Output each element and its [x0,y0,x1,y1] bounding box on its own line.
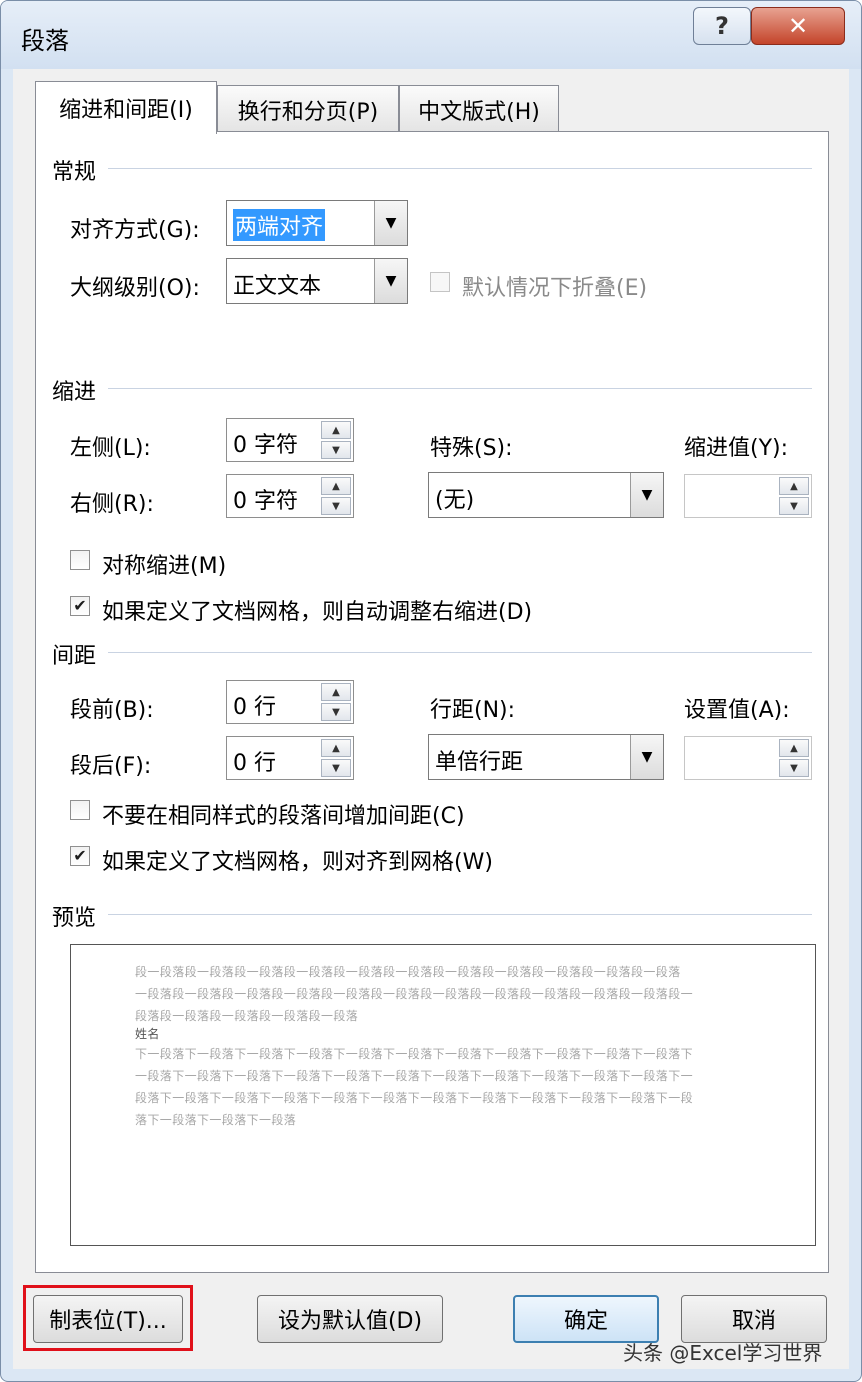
ok-button[interactable]: 确定 [513,1295,659,1343]
preview-next-line: 段落下一段落下一段落下一段落下一段落下一段落下一段落下一段落下一段落下一段落下一… [135,1091,694,1105]
tab-panel: 常规 对齐方式(G): 两端对齐 ▼ 大纲级别(O): 正文文本 ▼ 默认情况下… [35,131,829,1273]
outline-level-select[interactable]: 正文文本 ▼ [226,258,408,304]
preview-previous-line: 段一段落段一段落段一段落段一段落段一段落段一段落段一段落段一段落段一段落段一段落… [135,965,681,979]
section-indent: 缩进 [52,380,97,405]
indent-by-spinner[interactable]: ▲ ▼ [684,474,812,518]
preview-previous-line: 段落段一段落段一段落段一段落段一段落 [135,1009,359,1023]
spin-down-icon[interactable]: ▼ [779,497,809,515]
chevron-down-icon[interactable]: ▼ [630,735,663,779]
spin-up-icon[interactable]: ▲ [321,739,351,757]
indent-right-value: 0 字符 [233,489,298,514]
highlight-box [23,1285,193,1351]
divider [108,652,812,653]
help-button[interactable]: ? [693,7,751,45]
tab-asian-typography[interactable]: 中文版式(H) [399,85,559,134]
preview-next-line: 一段落下一段落下一段落下一段落下一段落下一段落下一段落下一段落下一段落下一段落下… [135,1069,694,1083]
no-space-same-style-label: 不要在相同样式的段落间增加间距(C) [102,804,465,829]
no-space-same-style-checkbox[interactable] [70,800,90,820]
cancel-button[interactable]: 取消 [681,1295,827,1343]
line-spacing-label: 行距(N): [430,698,516,723]
chevron-down-icon[interactable]: ▼ [630,473,663,517]
special-label: 特殊(S): [430,436,513,461]
preview-current-paragraph: 姓名 [135,1027,160,1041]
spacing-after-value: 0 行 [233,751,276,776]
spin-up-icon[interactable]: ▲ [779,477,809,495]
snap-to-grid-checkbox[interactable]: ✔ [70,846,90,866]
spin-down-icon[interactable]: ▼ [321,759,351,777]
divider [108,388,812,389]
chevron-down-icon[interactable]: ▼ [374,201,407,245]
outline-level-value: 正文文本 [233,274,322,299]
indent-by-label: 缩进值(Y): [684,436,789,461]
title-bar: 段落 ? ✕ [1,1,861,69]
spacing-after-spinner[interactable]: 0 行 ▲ ▼ [226,736,354,780]
line-spacing-value: 单倍行距 [435,750,524,775]
dialog-client: 缩进和间距(I) 换行和分页(P) 中文版式(H) 常规 对齐方式(G): 两端… [13,69,849,1369]
mirror-indent-checkbox[interactable] [70,550,90,570]
spin-down-icon[interactable]: ▼ [321,441,351,459]
chevron-down-icon[interactable]: ▼ [374,259,407,303]
collapse-label: 默认情况下折叠(E) [462,276,648,301]
dialog-title: 段落 [21,27,69,55]
watermark: 头条 @Excel学习世界 [623,1341,823,1365]
tab-line-page-breaks[interactable]: 换行和分页(P) [217,85,399,134]
spacing-before-spinner[interactable]: 0 行 ▲ ▼ [226,680,354,724]
spin-up-icon[interactable]: ▲ [779,739,809,757]
special-indent-value: (无) [435,488,475,513]
section-spacing: 间距 [52,644,97,669]
line-spacing-at-spinner[interactable]: ▲ ▼ [684,736,812,780]
collapse-checkbox[interactable] [430,272,450,292]
preview-box: 段一段落段一段落段一段落段一段落段一段落段一段落段一段落段一段落段一段落段一段落… [70,944,816,1246]
special-indent-select[interactable]: (无) ▼ [428,472,664,518]
alignment-select[interactable]: 两端对齐 ▼ [226,200,408,246]
section-general: 常规 [52,160,97,185]
section-preview: 预览 [52,906,97,931]
tab-indents-spacing[interactable]: 缩进和间距(I) [35,81,217,134]
indent-right-label: 右侧(R): [70,492,154,517]
close-button[interactable]: ✕ [751,7,845,45]
spin-down-icon[interactable]: ▼ [779,759,809,777]
snap-to-grid-label: 如果定义了文档网格，则对齐到网格(W) [102,850,493,875]
set-as-default-button[interactable]: 设为默认值(D) [257,1295,443,1343]
auto-right-indent-label: 如果定义了文档网格，则自动调整右缩进(D) [102,600,533,625]
spacing-before-label: 段前(B): [70,698,154,723]
spin-up-icon[interactable]: ▲ [321,477,351,495]
indent-left-label: 左侧(L): [70,436,151,461]
preview-previous-line: 一段落段一段落段一段落段一段落段一段落段一段落段一段落段一段落段一段落段一段落段… [135,987,694,1001]
indent-right-spinner[interactable]: 0 字符 ▲ ▼ [226,474,354,518]
indent-left-spinner[interactable]: 0 字符 ▲ ▼ [226,418,354,462]
paragraph-dialog: 段落 ? ✕ 缩进和间距(I) 换行和分页(P) 中文版式(H) 常规 对齐方式… [0,0,862,1382]
preview-next-line: 下一段落下一段落下一段落下一段落下一段落下一段落下一段落下一段落下一段落下一段落… [135,1047,694,1061]
line-spacing-at-label: 设置值(A): [684,698,790,723]
outline-level-label: 大纲级别(O): [70,276,200,301]
spacing-before-value: 0 行 [233,695,276,720]
line-spacing-select[interactable]: 单倍行距 ▼ [428,734,664,780]
indent-left-value: 0 字符 [233,433,298,458]
auto-right-indent-checkbox[interactable]: ✔ [70,596,90,616]
alignment-value: 两端对齐 [233,209,326,241]
divider [108,168,812,169]
divider [108,914,812,915]
spacing-after-label: 段后(F): [70,754,152,779]
mirror-indent-label: 对称缩进(M) [102,554,227,579]
alignment-label: 对齐方式(G): [70,218,200,243]
spin-down-icon[interactable]: ▼ [321,497,351,515]
spin-up-icon[interactable]: ▲ [321,683,351,701]
preview-next-line: 落下一段落下一段落下一段落 [135,1113,297,1127]
spin-up-icon[interactable]: ▲ [321,421,351,439]
spin-down-icon[interactable]: ▼ [321,703,351,721]
